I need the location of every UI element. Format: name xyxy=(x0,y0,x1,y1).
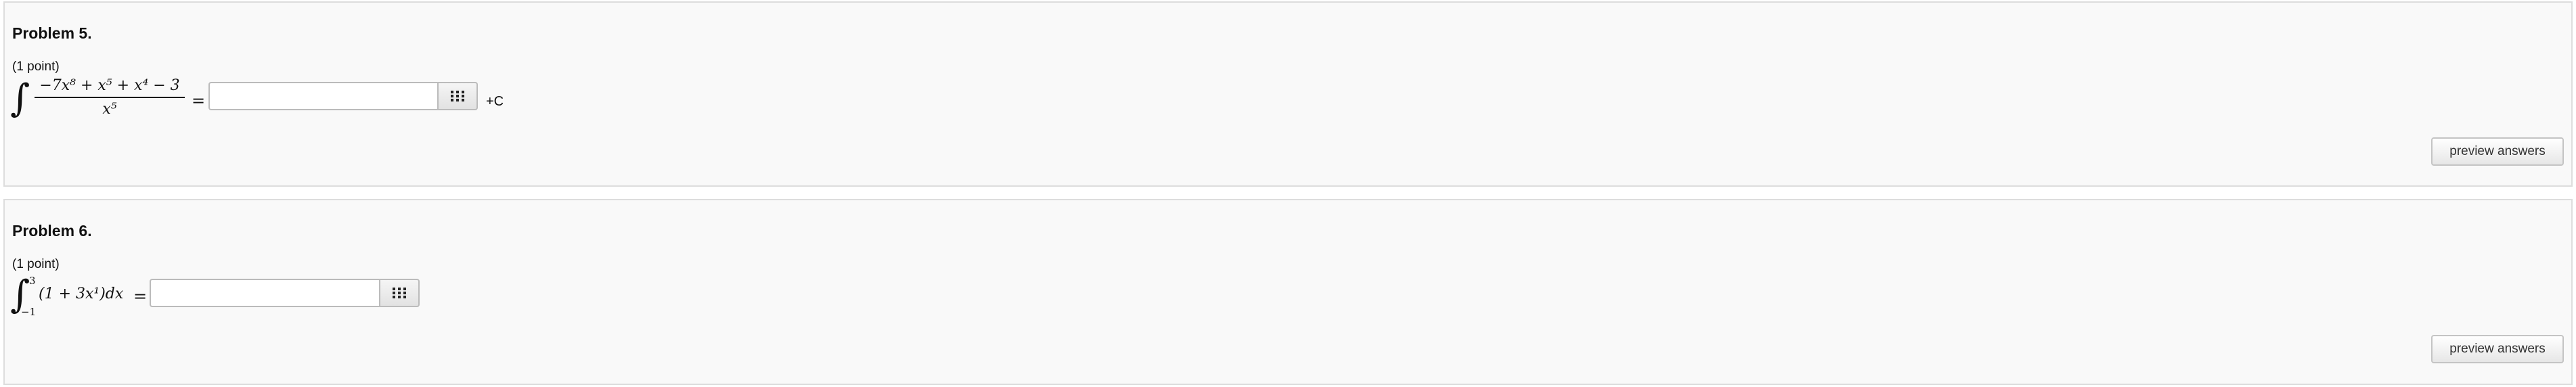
constant-of-integration: +C xyxy=(486,94,504,109)
lower-limit: −1 xyxy=(21,306,37,318)
integral-sign: ∫ xyxy=(10,76,30,120)
fraction-denominator: x⁵ xyxy=(102,101,117,118)
fraction-bar xyxy=(35,97,185,98)
equation-editor-button[interactable] xyxy=(439,82,478,110)
problem-5-panel: Problem 5. (1 point) ∫ −7x⁸ + x⁵ + x⁴ − … xyxy=(3,1,2573,187)
problem-6-panel: Problem 6. (1 point) ∫ 3 −1 (1 + 3x¹)dx … xyxy=(3,199,2573,385)
problem-points: (1 point) xyxy=(12,60,60,74)
answer-field-group xyxy=(150,279,420,307)
problem-title: Problem 6. xyxy=(12,222,92,240)
keypad-grid-icon xyxy=(393,288,406,298)
equals-sign: = xyxy=(192,91,206,110)
integrand: (1 + 3x¹)dx xyxy=(39,286,124,302)
answer-field-group xyxy=(208,82,478,110)
answer-input[interactable] xyxy=(208,82,439,110)
equation-editor-button[interactable] xyxy=(380,279,420,307)
integrand-fraction: −7x⁸ + x⁵ + x⁴ − 3 x⁵ xyxy=(35,77,185,118)
preview-answers-button[interactable]: preview answers xyxy=(2431,335,2564,363)
fraction-numerator: −7x⁸ + x⁵ + x⁴ − 3 xyxy=(39,77,180,94)
upper-limit: 3 xyxy=(29,275,36,287)
answer-input[interactable] xyxy=(150,279,380,307)
equals-sign: = xyxy=(133,287,148,306)
keypad-grid-icon xyxy=(451,91,464,101)
problem-points: (1 point) xyxy=(12,257,60,271)
preview-answers-button[interactable]: preview answers xyxy=(2431,137,2564,166)
problem-title: Problem 5. xyxy=(12,24,92,42)
